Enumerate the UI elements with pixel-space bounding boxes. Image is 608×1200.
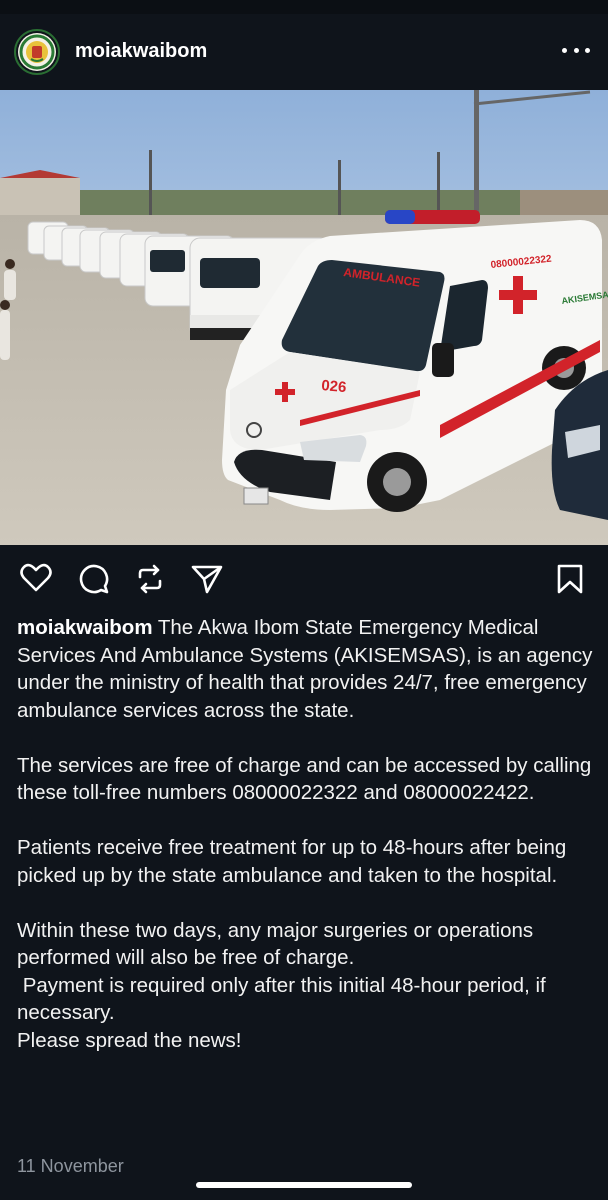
post-image[interactable]: AMBULANCE 026 08000022322 AKISEMSAS [0,90,608,545]
ambulance-number-text: 026 [321,377,347,396]
post-header: moiakwaibom [0,14,608,90]
caption-text-4b: Payment is required only after this init… [17,973,552,1025]
caption-text-4a: Within these two days, any major surgeri… [17,918,534,970]
repost-icon[interactable] [134,563,164,594]
bookmark-icon[interactable] [556,563,586,594]
caption-username[interactable]: moiakwaibom [17,616,153,639]
caption-paragraph-3: Patients receive free treatment for up t… [17,836,567,887]
comment-icon[interactable] [78,563,109,594]
heart-icon[interactable] [20,563,52,593]
post-date: 11 November [17,1156,124,1176]
caption-text-4c: Please spread the news! [17,1028,242,1052]
caption-paragraph-1: moiakwaibom The Akwa Ibom State Emergenc… [17,614,597,724]
post-actions [0,545,608,609]
post-username[interactable]: moiakwaibom [75,40,207,63]
state-seal-icon [18,33,56,71]
avatar[interactable] [14,29,60,75]
status-strip [0,0,608,14]
caption-paragraph-2: The services are free of charge and can … [17,753,592,805]
home-indicator[interactable] [196,1182,412,1188]
more-horizontal-icon[interactable] [562,38,590,62]
post-caption: moiakwaibom The Akwa Ibom State Emergenc… [17,614,597,1054]
caption-paragraph-4: Within these two days, any major surgeri… [17,917,597,1055]
send-icon[interactable] [190,563,223,594]
